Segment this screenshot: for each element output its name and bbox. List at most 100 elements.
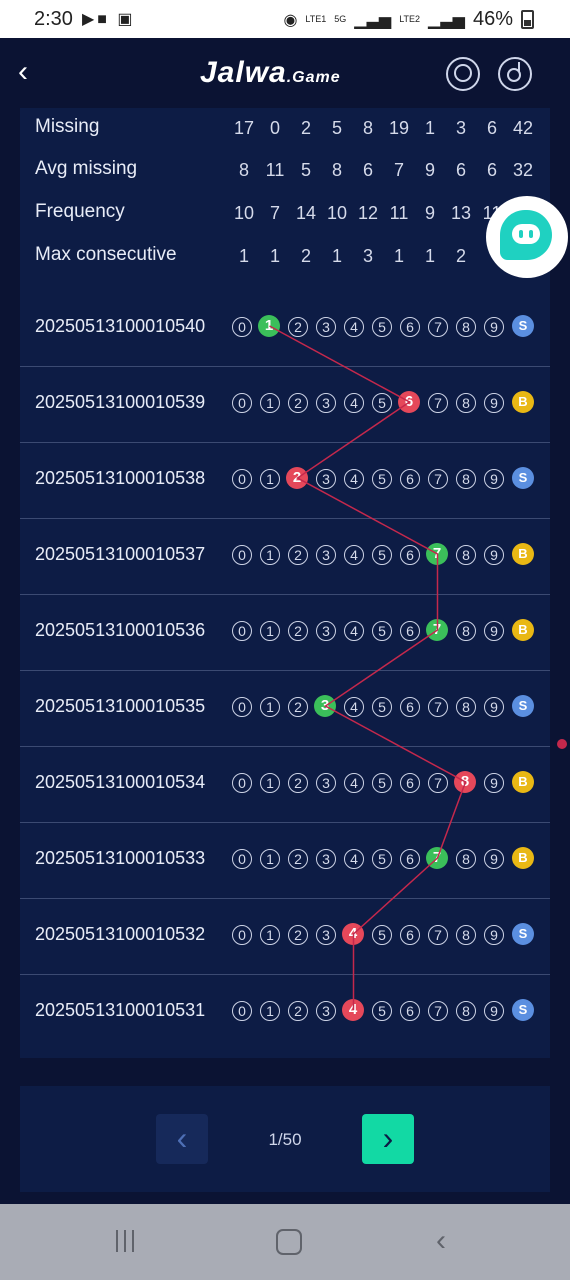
size-badge: B [512, 619, 534, 641]
period-number: 20250513100010536 [35, 620, 206, 640]
digit-ball: 1 [260, 849, 280, 869]
digit-ball: 0 [232, 469, 252, 489]
digit-ball: 7 [428, 697, 448, 717]
recent-apps-button[interactable] [116, 1230, 142, 1254]
stat-value: 2 [300, 246, 311, 266]
stat-value: 12 [357, 203, 379, 223]
signal-icon: ▁▃▅ [354, 11, 392, 29]
digit-ball: 0 [232, 773, 252, 793]
digit-ball: 9 [484, 773, 504, 793]
digit-ball: 3 [316, 317, 336, 337]
digit-ball: 5 [372, 545, 392, 565]
chat-face [512, 224, 540, 244]
digit-ball: 8 [456, 1001, 476, 1021]
digit-ball: 3 [316, 469, 336, 489]
digit-ball: 1 [260, 545, 280, 565]
stat-label: Max consecutive [35, 244, 177, 265]
lte2-label: LTE2 [399, 14, 421, 24]
digit-ball: 8 [456, 469, 476, 489]
customer-support-icon[interactable] [446, 57, 480, 91]
size-badge: B [512, 771, 534, 793]
period-number: 20250513100010533 [35, 848, 206, 868]
digit-ball: 6 [400, 621, 420, 641]
music-toggle-icon[interactable] [498, 57, 532, 91]
digit-ball: 8 [456, 317, 476, 337]
status-right: ◉ LTE1 5G ▁▃▅ LTE2 ▁▃▅ 46% [283, 8, 534, 31]
pagination: ‹ 1/50 › [20, 1086, 550, 1192]
digit-ball: 7 [428, 469, 448, 489]
winning-number: 7 [426, 619, 448, 641]
digit-ball: 0 [232, 393, 252, 413]
digit-ball: 2 [288, 697, 308, 717]
draw-row: 20250513100010535 0 1 2 3 4 5 6 7 8 9 S [20, 670, 550, 747]
digit-ball: 9 [484, 545, 504, 565]
digit-ball: 3 [316, 393, 336, 413]
draw-row: 20250513100010531 0 1 2 3 4 5 6 7 8 9 S [20, 974, 550, 1050]
digit-ball: 0 [232, 1001, 252, 1021]
stat-value: 1 [424, 246, 435, 266]
digit-ball: 3 [316, 621, 336, 641]
back-button[interactable]: ‹ [18, 54, 48, 90]
digit-ball: 9 [484, 925, 504, 945]
system-back-button[interactable]: ‹ [436, 1224, 446, 1258]
chevron-left-icon: ‹ [176, 1120, 188, 1156]
digit-ball: 5 [372, 1001, 392, 1021]
stat-value: 7 [393, 160, 404, 180]
digit-ball: 1 [260, 773, 280, 793]
stat-row: Avg missing 8 11 5 8 6 7 9 6 6 32 [20, 150, 550, 192]
stat-value: 6 [362, 160, 373, 180]
digit-ball: 6 [400, 849, 420, 869]
next-page-button[interactable]: › [362, 1114, 414, 1164]
digit-ball: 6 [400, 545, 420, 565]
stat-value: 1 [331, 246, 342, 266]
period-number: 20250513100010534 [35, 772, 206, 792]
stat-value: 14 [295, 203, 317, 223]
battery-icon [521, 10, 534, 29]
stat-value: 5 [331, 118, 342, 138]
digit-ball: 0 [232, 621, 252, 641]
chat-icon [500, 210, 552, 260]
chevron-right-icon: › [382, 1120, 394, 1156]
digit-ball: 3 [316, 545, 336, 565]
digit-ball: 1 [260, 925, 280, 945]
stat-label: Avg missing [35, 158, 138, 179]
prev-page-button[interactable]: ‹ [156, 1114, 208, 1164]
stat-value: 6 [486, 118, 497, 138]
digit-ball: 5 [372, 697, 392, 717]
draw-row: 20250513100010534 0 1 2 3 4 5 6 7 8 9 B [20, 746, 550, 823]
stat-value: 8 [331, 160, 342, 180]
stat-label: Missing [35, 116, 100, 137]
size-badge: S [512, 999, 534, 1021]
digit-ball: 5 [372, 621, 392, 641]
stat-value: 32 [512, 160, 534, 180]
stat-value: 13 [450, 203, 472, 223]
digit-ball: 6 [400, 697, 420, 717]
size-badge: S [512, 695, 534, 717]
stat-row: Frequency 10 7 14 10 12 11 9 13 11 [20, 193, 550, 235]
home-button[interactable] [276, 1229, 302, 1255]
digit-ball: 2 [288, 545, 308, 565]
stat-value: 1 [269, 246, 280, 266]
stat-value: 9 [424, 203, 435, 223]
stat-row: Max consecutive 1 1 2 1 3 1 1 2 [20, 236, 550, 278]
digit-ball: 9 [484, 469, 504, 489]
edge-indicator [557, 739, 567, 749]
draw-row: 20250513100010536 0 1 2 3 4 5 6 7 8 9 B [20, 594, 550, 671]
winning-number: 1 [258, 315, 280, 337]
digit-ball: 7 [428, 773, 448, 793]
digit-ball: 9 [484, 1001, 504, 1021]
winning-number: 8 [454, 771, 476, 793]
digit-ball: 6 [400, 469, 420, 489]
stat-value: 3 [362, 246, 373, 266]
stat-value: 42 [512, 118, 534, 138]
battery-percent: 46% [472, 8, 513, 30]
period-number: 20250513100010538 [35, 468, 206, 488]
lte1-label: LTE1 [305, 14, 327, 24]
digit-ball: 8 [456, 393, 476, 413]
digit-ball: 4 [344, 393, 364, 413]
chat-bubble-button[interactable] [486, 196, 568, 278]
winning-number: 3 [314, 695, 336, 717]
digit-ball: 0 [232, 545, 252, 565]
winning-number: 6 [398, 391, 420, 413]
winning-number: 4 [342, 923, 364, 945]
